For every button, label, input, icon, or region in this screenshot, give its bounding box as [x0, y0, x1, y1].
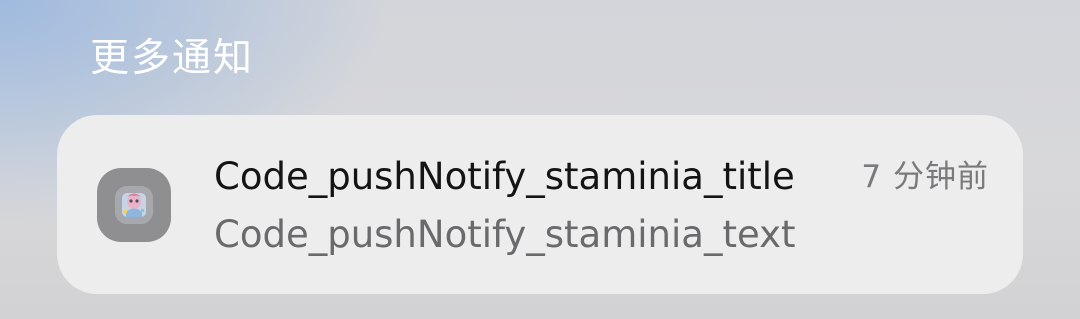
- app-game-icon: [115, 186, 153, 224]
- notification-card[interactable]: Code_pushNotify_staminia_title Code_push…: [57, 115, 1023, 294]
- notification-title: Code_pushNotify_staminia_title: [214, 155, 795, 198]
- notification-body-text: Code_pushNotify_staminia_text: [214, 213, 796, 256]
- notification-timestamp: 7 分钟前: [861, 159, 989, 195]
- section-header-more-notifications: 更多通知: [90, 36, 255, 81]
- app-icon-container: [97, 168, 171, 242]
